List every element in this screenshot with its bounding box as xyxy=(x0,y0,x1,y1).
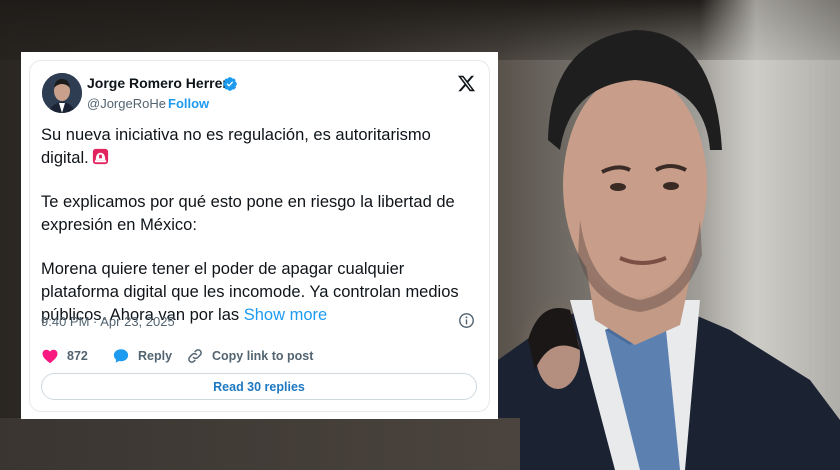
tweet-body: Su nueva iniciativa no es regulación, es… xyxy=(41,124,481,327)
like-count: 872 xyxy=(67,349,88,363)
copy-link-button[interactable]: Copy link to post xyxy=(186,346,313,366)
tweet-paragraph-2: Te explicamos por qué esto pone en riesg… xyxy=(41,193,455,234)
like-button[interactable]: 872 xyxy=(41,346,88,366)
copy-link-label: Copy link to post xyxy=(212,349,314,363)
author-avatar[interactable] xyxy=(42,73,82,113)
reply-button[interactable]: Reply xyxy=(112,346,172,366)
follow-button[interactable]: Follow xyxy=(168,96,209,111)
separator-dot: · xyxy=(160,96,165,111)
photo-bottom-strip xyxy=(0,418,520,470)
tweet-timestamp[interactable]: 9:40 PM · Apr 23, 2025 xyxy=(41,314,175,329)
x-logo-icon[interactable] xyxy=(457,74,476,93)
tweet-actions: 872 Reply Copy link to post xyxy=(41,346,481,366)
show-more-link[interactable]: Show more xyxy=(244,306,327,324)
tweet-card[interactable]: Jorge Romero Herrera @JorgeRoHe · Follow… xyxy=(29,60,490,412)
link-icon xyxy=(188,349,202,363)
read-replies-button[interactable]: Read 30 replies xyxy=(41,373,477,400)
verified-badge-icon xyxy=(223,77,237,91)
police-siren-icon xyxy=(92,148,108,165)
avatar-image xyxy=(42,73,82,113)
author-handle[interactable]: @JorgeRoHe xyxy=(87,96,166,111)
author-name[interactable]: Jorge Romero Herrera xyxy=(87,75,236,91)
heart-icon xyxy=(42,349,58,364)
speech-bubble-icon xyxy=(113,349,129,363)
reply-label: Reply xyxy=(138,349,173,363)
info-icon[interactable] xyxy=(458,312,475,329)
tweet-paragraph-1: Su nueva iniciativa no es regulación, es… xyxy=(41,124,481,170)
